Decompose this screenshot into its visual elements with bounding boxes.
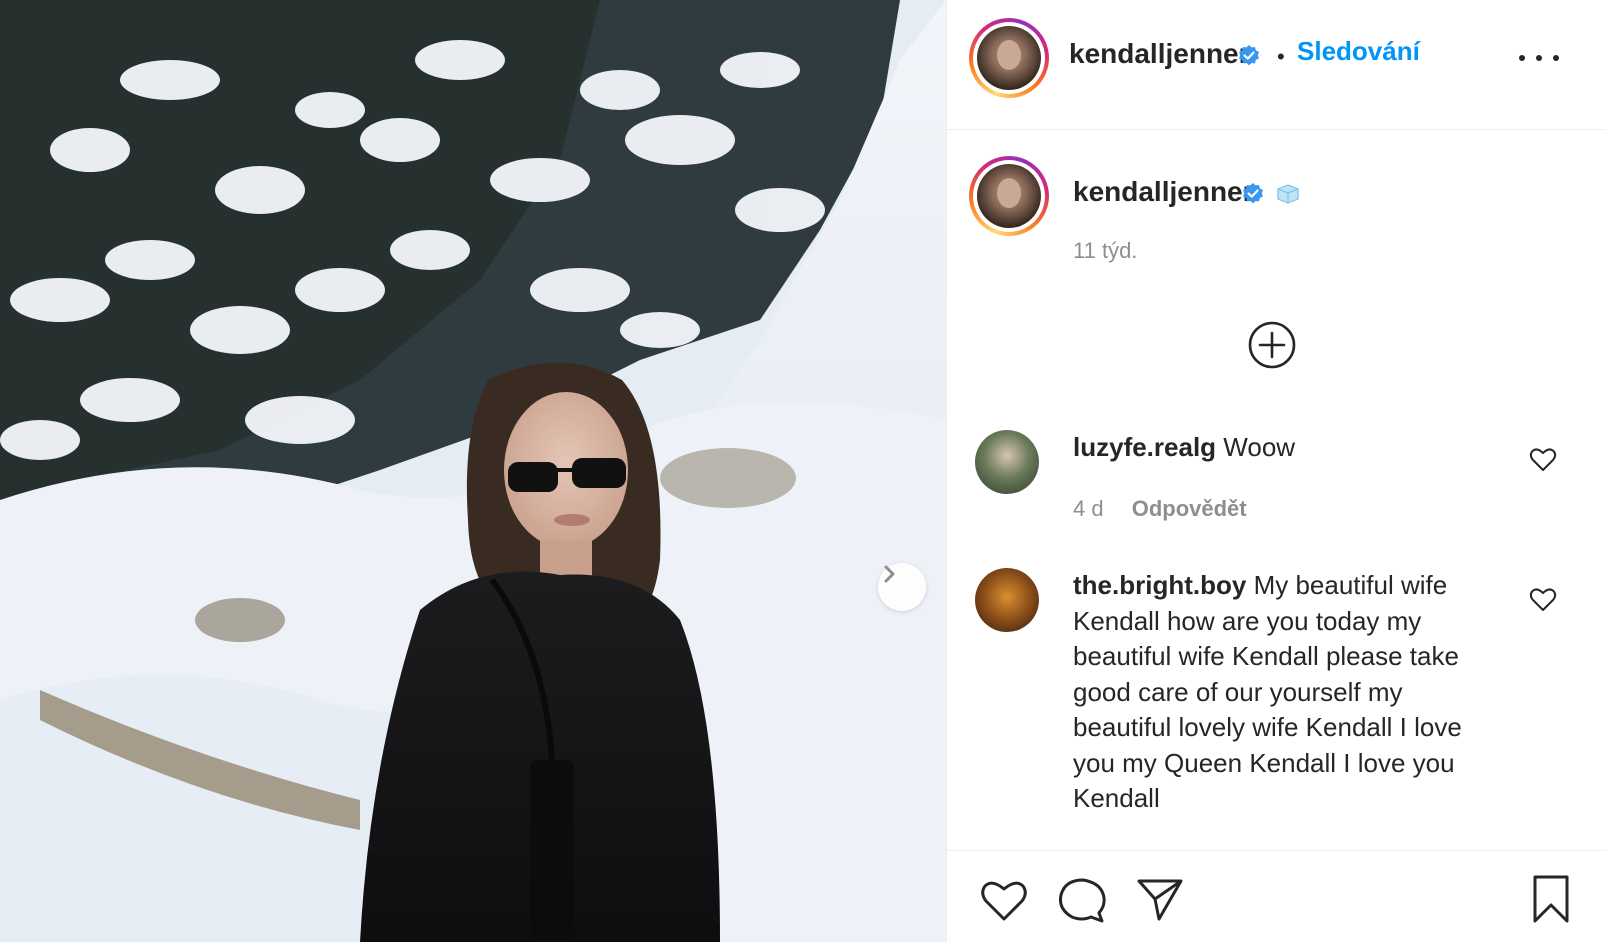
post-action-bar [947,850,1606,942]
more-dots-icon [1519,55,1525,61]
caption-username[interactable]: kendalljenner [1073,176,1254,208]
more-options-button[interactable] [1519,46,1559,70]
comment-meta: 4 d Odpovědět [1073,496,1247,522]
reply-button[interactable]: Odpovědět [1132,496,1247,521]
comment-body: the.bright.boy My beautiful wife Kendall… [1073,568,1495,817]
comment-icon[interactable] [1057,875,1107,925]
author-username[interactable]: kendalljenner [1069,38,1250,70]
following-button[interactable]: Sledování [1297,36,1420,67]
verified-badge-icon [1239,45,1259,66]
paper-plane-icon[interactable] [1135,875,1185,923]
plus-circle-icon[interactable] [1247,320,1297,370]
bookmark-icon[interactable] [1529,873,1573,925]
comment-text: Woow [1223,432,1296,462]
comment-body: luzyfe.realg Woow [1073,430,1513,466]
comment-like-heart-icon[interactable] [1529,446,1557,472]
caption-avatar[interactable] [969,156,1049,236]
ice-cube-emoji-icon [1277,184,1299,204]
post-side-panel: kendalljenner • Sledování kendalljenner … [946,0,1606,942]
commenter-username[interactable]: the.bright.boy [1073,570,1246,600]
post-photo-illustration [0,0,946,942]
author-avatar[interactable] [969,18,1049,98]
caption-time: 11 týd. [1073,238,1138,263]
carousel-next-button[interactable] [878,563,926,611]
comment-like-heart-icon[interactable] [1529,586,1557,612]
commenter-avatar[interactable] [975,430,1039,494]
comment-text: My beautiful wife Kendall how are you to… [1073,570,1462,813]
heart-icon[interactable] [979,877,1029,923]
comment-time: 4 d [1073,496,1104,521]
commenter-username[interactable]: luzyfe.realg [1073,432,1216,462]
post-photo[interactable] [0,0,946,942]
verified-badge-icon [1243,183,1263,204]
commenter-avatar[interactable] [975,568,1039,632]
post-header: kendalljenner • Sledování [947,0,1606,130]
header-separator: • [1277,44,1285,69]
chevron-right-icon [884,565,895,583]
